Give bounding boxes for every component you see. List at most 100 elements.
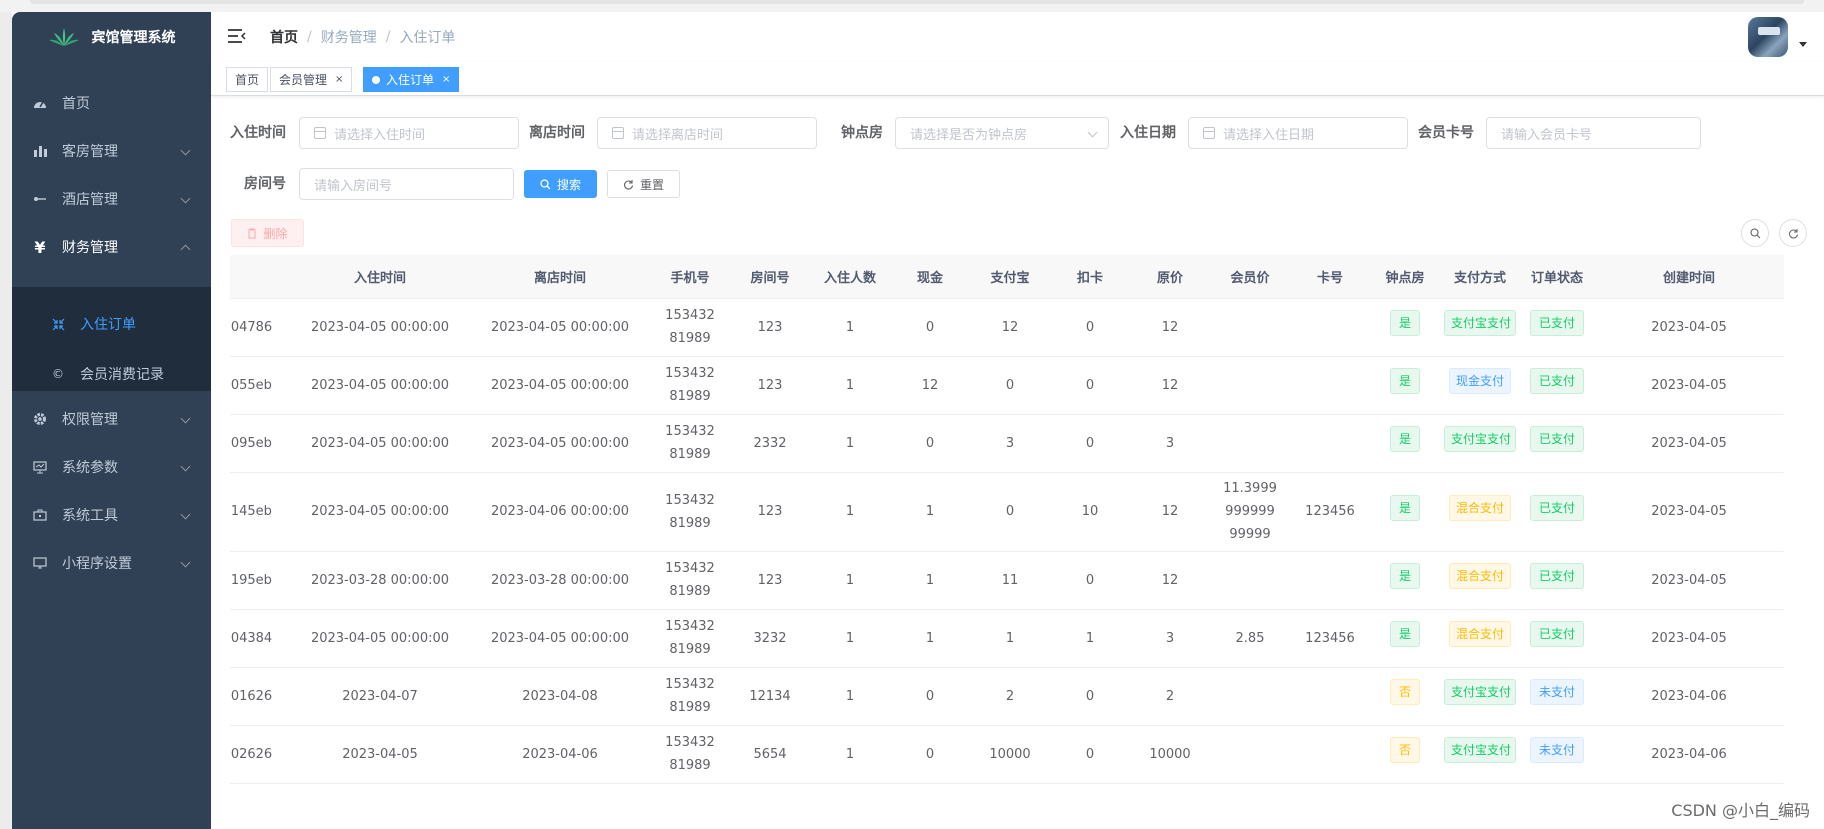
hamburger-toggle-icon[interactable] xyxy=(228,29,248,45)
table-row[interactable]: 100047862023-04-05 00:00:002023-04-05 00… xyxy=(230,298,1784,357)
cell-pay: 混合支付 xyxy=(1440,551,1520,610)
active-dot-icon xyxy=(372,75,380,84)
column-header: 支付方式 xyxy=(1440,255,1520,299)
tag-member-management[interactable]: 会员管理 × xyxy=(270,67,353,92)
toggle-search-button[interactable] xyxy=(1741,219,1769,247)
cell-cash: 0 xyxy=(890,725,970,784)
payment-method-tag: 现金支付 xyxy=(1448,368,1511,394)
cell-hourly: 是 xyxy=(1370,551,1440,610)
sidebar-item-miniprogram[interactable]: 小程序设置 xyxy=(12,535,211,591)
sidebar-item-label: 入住订单 xyxy=(80,317,136,333)
checkin-date-picker[interactable]: 请选择入住日期 xyxy=(1188,117,1408,149)
close-icon[interactable]: × xyxy=(442,74,450,85)
cell-id: 000055eb xyxy=(230,356,290,415)
payment-method-tag: 混合支付 xyxy=(1448,494,1511,521)
table-row[interactable]: 500145eb2023-04-05 00:00:002023-04-06 00… xyxy=(230,472,1784,552)
placeholder: 请输入会员卡号 xyxy=(1501,127,1593,143)
cell-alipay: 3 xyxy=(970,414,1050,473)
delete-button[interactable]: 删除 xyxy=(231,219,304,247)
cell-hourly: 否 xyxy=(1370,725,1440,784)
sidebar-item-label: 会员消费记录 xyxy=(80,367,164,383)
checkin-time-picker[interactable]: 请选择入住时间 xyxy=(299,117,519,149)
tag-home[interactable]: 首页 xyxy=(226,67,269,92)
breadcrumb-current: 入住订单 xyxy=(399,30,456,46)
table-row[interactable]: 500043842023-04-05 00:00:002023-04-05 00… xyxy=(230,609,1784,668)
cell-alipay: 12 xyxy=(970,298,1050,357)
sidebar-item-label: 首页 xyxy=(62,96,90,112)
tag-checkin-orders[interactable]: 入住订单 × xyxy=(363,67,460,92)
search-button-label: 搜索 xyxy=(556,177,581,192)
member-card-input[interactable]: 请输入会员卡号 xyxy=(1486,117,1701,149)
column-header: 支付宝 xyxy=(970,255,1050,299)
chevron-down-icon xyxy=(180,461,191,472)
chevron-down-icon xyxy=(1087,127,1098,138)
sidebar-item-finance[interactable]: ¥ 财务管理 xyxy=(12,219,211,275)
close-icon[interactable]: × xyxy=(335,74,343,85)
table-row[interactable]: 000055eb2023-04-05 00:00:002023-04-05 00… xyxy=(230,356,1784,415)
payment-method-tag: 支付宝支付 xyxy=(1444,737,1516,763)
cell-people: 1 xyxy=(810,472,890,552)
hourly-tag: 否 xyxy=(1389,737,1420,763)
caret-down-icon[interactable] xyxy=(1799,42,1807,47)
avatar[interactable] xyxy=(1748,17,1788,57)
room-number-input[interactable]: 请输入房间号 xyxy=(299,168,514,200)
chart-icon xyxy=(32,143,48,159)
cell-cash: 12 xyxy=(890,356,970,415)
cell-member-price: 2.85 xyxy=(1210,609,1290,668)
cell-created: 2023-04-05 xyxy=(1594,609,1784,668)
table-row[interactable]: 200095eb2023-04-05 00:00:002023-04-05 00… xyxy=(230,414,1784,473)
cell-status: 未支付 xyxy=(1520,667,1594,726)
order-status-tag: 已支付 xyxy=(1529,368,1584,394)
cell-pay: 支付宝支付 xyxy=(1440,667,1520,726)
cell-room: 2332 xyxy=(730,414,810,473)
gear-icon xyxy=(32,411,48,427)
table-row[interactable]: 000195eb2023-03-28 00:00:002023-03-28 00… xyxy=(230,551,1784,610)
cell-room: 123 xyxy=(730,472,810,552)
cell-status: 已支付 xyxy=(1520,609,1594,668)
hourly-tag: 是 xyxy=(1389,310,1420,336)
table-row[interactable]: 900016262023-04-072023-04-08153432819891… xyxy=(230,667,1784,726)
table-header-row: 入住时间 离店时间 手机号 房间号 入住人数 现金 支付宝 扣卡 原价 会员价 … xyxy=(230,255,1784,299)
payment-method-tag: 支付宝支付 xyxy=(1444,426,1516,452)
breadcrumb-home[interactable]: 首页 xyxy=(270,27,298,47)
cell-status: 已支付 xyxy=(1520,414,1594,473)
cell-card-no xyxy=(1290,551,1370,610)
cell-card: 0 xyxy=(1050,667,1130,726)
label-hourly-room: 钟点房 xyxy=(841,125,883,141)
cell-people: 1 xyxy=(810,414,890,473)
hourly-tag: 是 xyxy=(1389,368,1420,394)
cell-checkout: 2023-04-06 xyxy=(470,725,650,784)
checkout-time-picker[interactable]: 请选择离店时间 xyxy=(597,117,817,149)
placeholder: 请选择离店时间 xyxy=(632,127,724,143)
label-room-number: 房间号 xyxy=(244,176,286,192)
cell-pay: 现金支付 xyxy=(1440,356,1520,415)
watermark: CSDN @小白_编码 xyxy=(1671,801,1810,820)
cell-people: 1 xyxy=(810,551,890,610)
hourly-room-select[interactable]: 请选择是否为钟点房 xyxy=(895,117,1109,149)
chevron-up-icon xyxy=(180,244,191,255)
refresh-table-button[interactable] xyxy=(1779,219,1807,247)
cell-alipay: 0 xyxy=(970,356,1050,415)
browser-top-strip xyxy=(0,0,1824,12)
payment-method-tag: 支付宝支付 xyxy=(1444,310,1516,336)
cell-card: 0 xyxy=(1050,356,1130,415)
cell-status: 已支付 xyxy=(1520,551,1594,610)
calendar-icon xyxy=(1203,127,1215,139)
search-button[interactable]: 搜索 xyxy=(524,170,597,198)
cell-card-no: 123456 xyxy=(1290,472,1370,552)
app-logo[interactable]: 宾馆管理系统 xyxy=(12,12,211,62)
cell-card-no xyxy=(1290,298,1370,357)
placeholder: 请选择是否为钟点房 xyxy=(910,127,1028,143)
cell-room: 5654 xyxy=(730,725,810,784)
cell-hourly: 是 xyxy=(1370,298,1440,357)
cell-checkin: 2023-04-05 00:00:00 xyxy=(290,356,470,415)
sidebar-subitem-checkin-orders[interactable]: 入住订单 xyxy=(12,299,211,349)
browser-left-strip xyxy=(0,12,12,829)
monitor-icon xyxy=(32,459,48,475)
cell-room: 3232 xyxy=(730,609,810,668)
breadcrumb: 首页 / 财务管理 / 入住订单 xyxy=(270,27,455,47)
cell-phone: 15343281989 xyxy=(650,667,730,726)
reset-button[interactable]: 重置 xyxy=(607,170,680,198)
table-row[interactable]: 300026262023-04-052023-04-06153432819895… xyxy=(230,725,1784,784)
cell-pay: 混合支付 xyxy=(1440,609,1520,668)
